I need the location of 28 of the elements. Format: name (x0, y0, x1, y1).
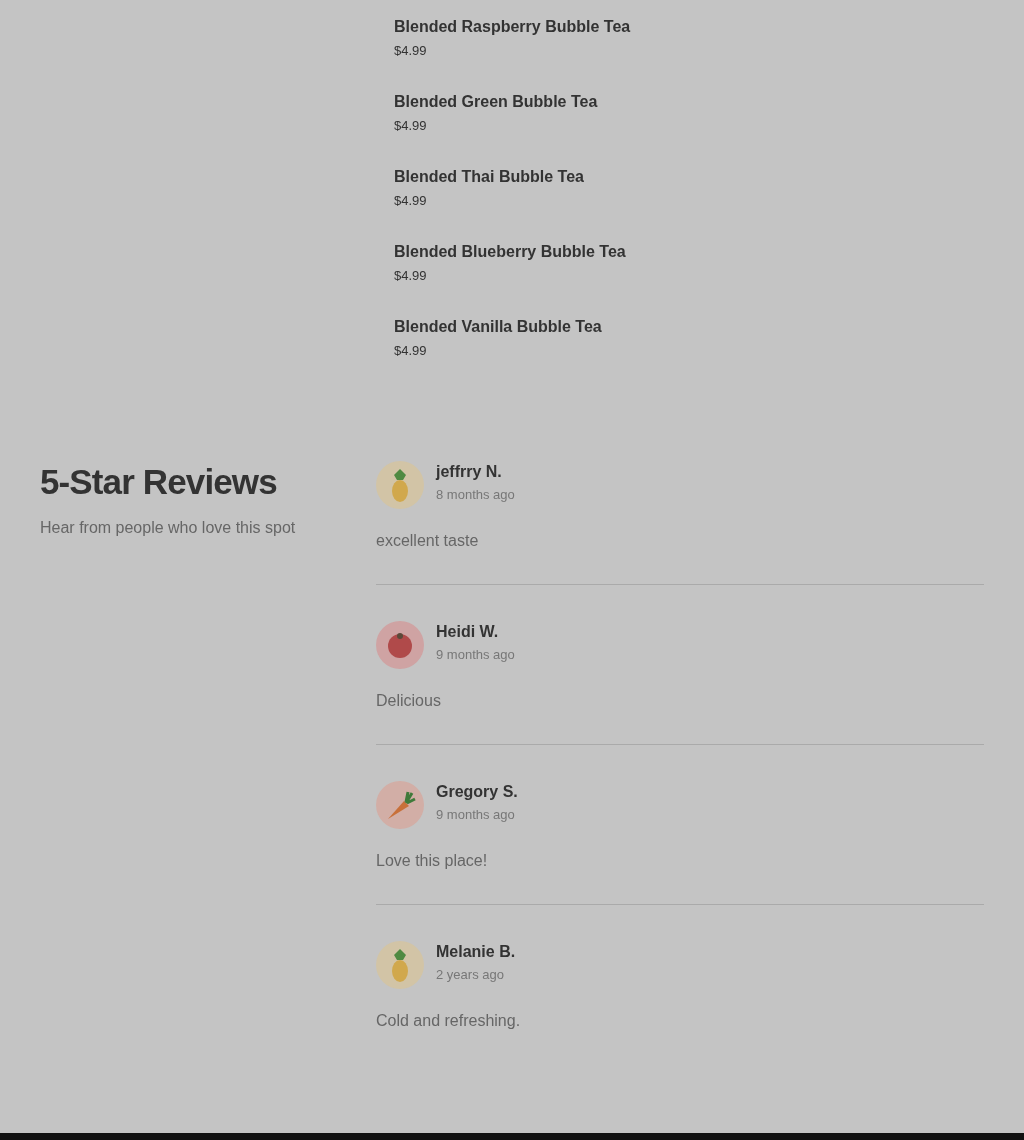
review-text: Cold and refreshing. (376, 1011, 522, 1031)
item-name[interactable]: Blended Raspberry Bubble Tea (394, 16, 1024, 38)
item-price: $4.99 (394, 267, 428, 285)
review-time: 8 months ago (436, 486, 515, 504)
review-time: 9 months ago (436, 806, 516, 824)
section-title: 5-Star Reviews (40, 461, 278, 503)
review-time: 9 months ago (436, 646, 515, 664)
item-price: $4.99 (394, 192, 428, 210)
item-price: $4.99 (394, 342, 428, 360)
review-text: Delicious (376, 691, 442, 711)
item-name[interactable]: Blended Green Bubble Tea (394, 91, 1024, 113)
item-name[interactable]: Blended Blueberry Bubble Tea (394, 241, 1024, 263)
item-name[interactable]: Blended Thai Bubble Tea (394, 166, 1024, 188)
pineapple-avatar-icon (376, 461, 424, 509)
reviewer-name: jeffrry N. (436, 462, 503, 482)
item-name[interactable]: Blended Vanilla Bubble Tea (394, 316, 1024, 338)
review-text: excellent taste (376, 531, 480, 551)
tomato-avatar-icon (376, 621, 424, 669)
carrot-avatar-icon (376, 781, 424, 829)
reviewer-name: Gregory S. (436, 782, 518, 802)
review-text: Love this place! (376, 851, 489, 871)
item-price: $4.99 (394, 117, 428, 135)
section-subtitle: Hear from people who love this spot (40, 518, 297, 538)
item-price: $4.99 (394, 42, 428, 60)
reviewer-name: Melanie B. (436, 942, 516, 962)
pineapple-avatar-icon (376, 941, 424, 989)
review-time: 2 years ago (436, 966, 505, 984)
reviewer-name: Heidi W. (436, 622, 500, 642)
